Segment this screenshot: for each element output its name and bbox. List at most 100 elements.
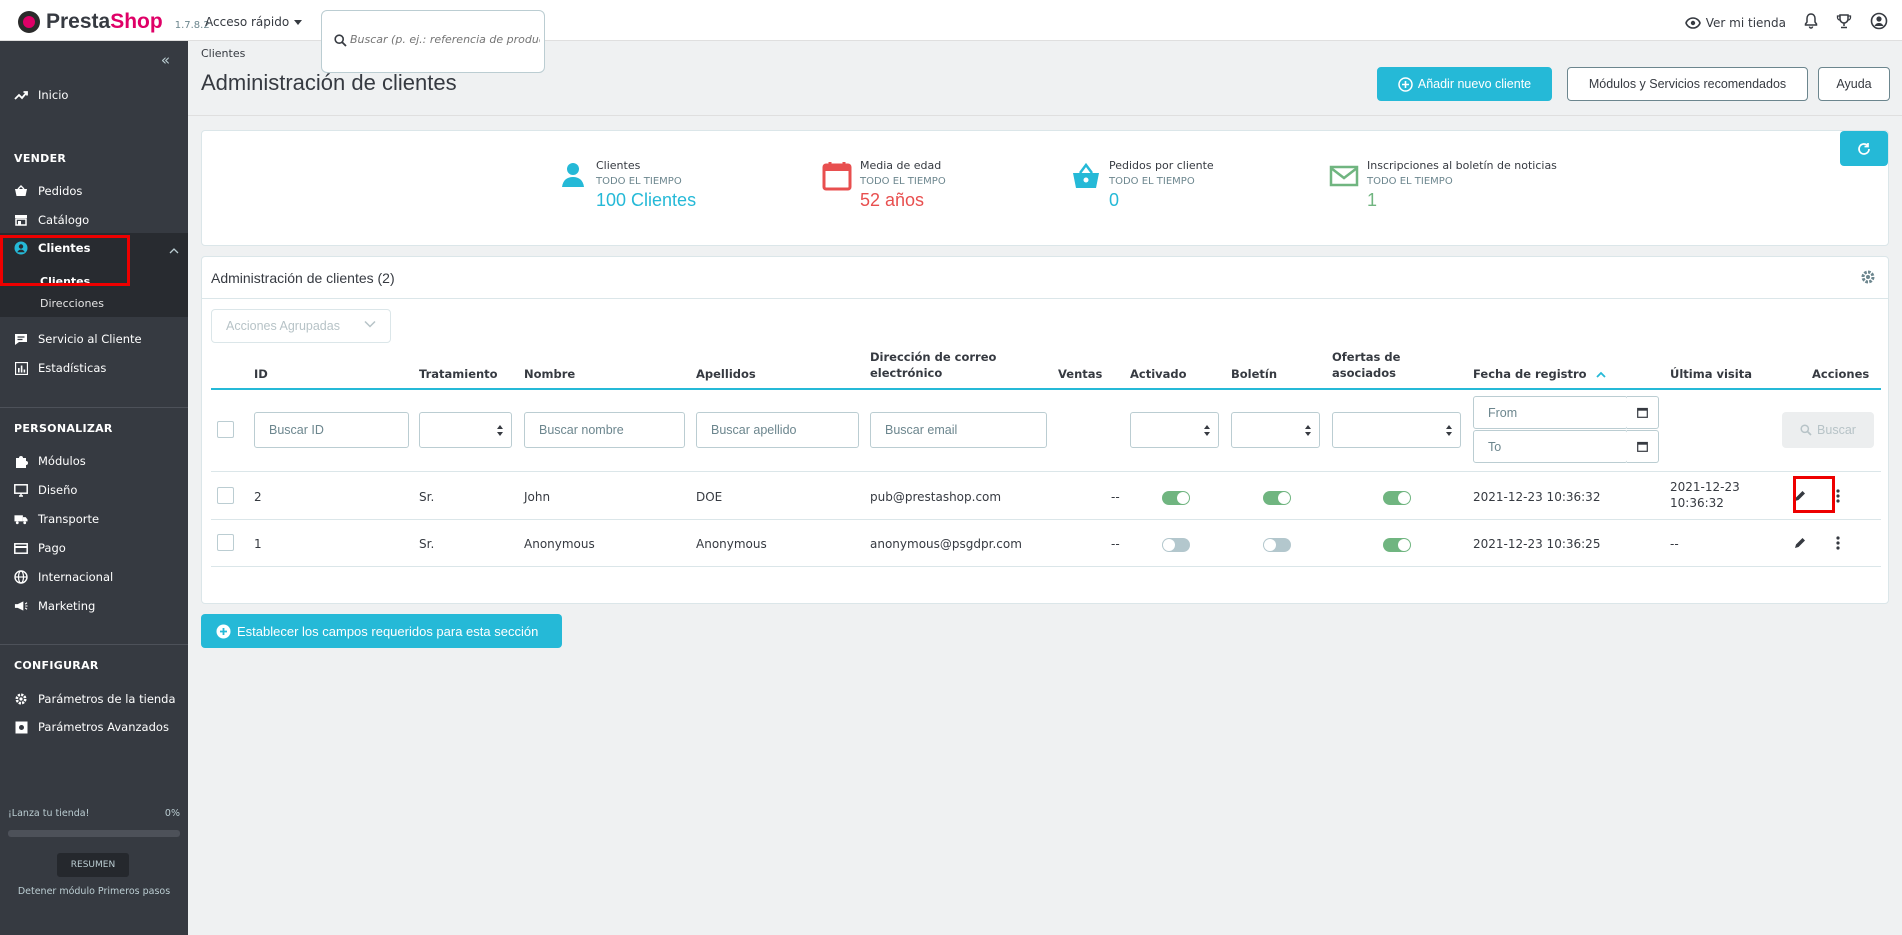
notifications-bell-icon[interactable]	[1804, 13, 1818, 32]
col-header-date-add[interactable]: Fecha de registro	[1473, 366, 1606, 382]
col-header-newsletter[interactable]: Boletín	[1231, 366, 1277, 382]
cell-email: pub@prestashop.com	[870, 490, 1002, 504]
cell-id: 1	[254, 537, 262, 551]
user-account-icon[interactable]	[1870, 12, 1888, 33]
kpi-customers[interactable]: Clientes TODO EL TIEMPO 100 Clientes	[558, 159, 696, 211]
col-header-id[interactable]: ID	[254, 366, 268, 382]
cell-last-visit: --	[1670, 537, 1679, 551]
edit-button[interactable]	[1790, 533, 1810, 553]
sidebar-item-marketing[interactable]: Marketing	[0, 592, 188, 620]
filter-date-from-input[interactable]: From	[1473, 396, 1628, 429]
kpi-title: Inscripciones al boletín de noticias	[1367, 159, 1557, 172]
user-icon	[562, 163, 584, 187]
sidebar-item-shipping[interactable]: Transporte	[0, 505, 188, 533]
summary-button[interactable]: RESUMEN	[57, 853, 129, 877]
sidebar-item-label: Parámetros de la tienda	[38, 692, 176, 706]
sidebar-item-design[interactable]: Diseño	[0, 476, 188, 504]
prestashop-logo-icon	[18, 11, 40, 33]
sidebar-item-stats[interactable]: Estadísticas	[0, 354, 188, 382]
row-checkbox[interactable]	[217, 487, 234, 504]
sidebar-item-customer-service[interactable]: Servicio al Cliente	[0, 325, 188, 353]
trophy-icon[interactable]	[1836, 13, 1852, 32]
search-input[interactable]	[350, 33, 540, 46]
date-from-calendar-button[interactable]	[1627, 396, 1659, 429]
view-shop-label: Ver mi tienda	[1705, 15, 1786, 30]
filter-optin-select[interactable]	[1332, 412, 1461, 448]
sidebar-item-catalog[interactable]: Catálogo	[0, 206, 188, 234]
col-header-title[interactable]: Tratamiento	[419, 366, 498, 382]
collapse-sidebar-icon[interactable]: «	[161, 51, 170, 69]
filter-id-input[interactable]: Buscar ID	[254, 412, 409, 448]
prestashop-logo[interactable]: PrestaShop 1.7.8.2	[18, 10, 210, 34]
col-header-email[interactable]: Dirección de correo electrónico	[870, 349, 996, 381]
puzzle-icon	[14, 454, 28, 468]
calendar-icon	[1637, 407, 1648, 418]
date-to-calendar-button[interactable]	[1627, 430, 1659, 463]
view-shop-link[interactable]: Ver mi tienda	[1684, 15, 1786, 30]
col-header-optin-line2: asociados	[1332, 366, 1397, 380]
kpi-value: 0	[1109, 190, 1120, 210]
sort-ascending-icon	[1595, 371, 1606, 378]
add-customer-button[interactable]: Añadir nuevo cliente	[1377, 67, 1552, 101]
row-checkbox[interactable]	[217, 534, 234, 551]
megaphone-icon	[14, 599, 28, 613]
select-arrows-icon	[1305, 425, 1311, 437]
filter-search-button[interactable]: Buscar	[1782, 412, 1874, 448]
top-header: PrestaShop 1.7.8.2 Acceso rápido Ver mi …	[0, 0, 1902, 41]
sidebar-item-payment[interactable]: Pago	[0, 534, 188, 562]
sidebar-subitem-addresses[interactable]: Direcciones	[40, 297, 104, 310]
cell-email: anonymous@psgdpr.com	[870, 537, 1022, 551]
refresh-kpi-button[interactable]	[1840, 131, 1888, 166]
filter-date-to-input[interactable]: To	[1473, 430, 1628, 463]
more-actions-button[interactable]	[1828, 533, 1848, 553]
kpi-average-age[interactable]: Media de edad TODO EL TIEMPO 52 años	[822, 159, 946, 211]
sidebar-item-shop-parameters[interactable]: Parámetros de la tienda	[0, 685, 188, 713]
filter-title-select[interactable]	[419, 412, 512, 448]
sidebar-item-orders[interactable]: Pedidos	[0, 177, 188, 205]
stop-onboarding-link[interactable]: Detener módulo Primeros pasos	[0, 886, 188, 897]
active-toggle[interactable]	[1162, 538, 1190, 552]
kpi-orders-per-customer[interactable]: Pedidos por cliente TODO EL TIEMPO 0	[1071, 159, 1214, 211]
col-header-last-visit[interactable]: Última visita	[1670, 366, 1752, 382]
cell-last-visit: 2021-12-23 10:36:32	[1670, 479, 1740, 511]
filter-newsletter-select[interactable]	[1231, 412, 1320, 448]
help-button[interactable]: Ayuda	[1818, 67, 1890, 101]
col-header-active[interactable]: Activado	[1130, 366, 1187, 382]
col-header-email-line1: Dirección de correo	[870, 350, 997, 364]
bulk-actions-dropdown[interactable]: Acciones Agrupadas	[211, 309, 391, 343]
onboarding-percent: 0%	[164, 808, 180, 819]
row-divider	[211, 566, 1881, 567]
sidebar-item-home[interactable]: Inicio	[0, 81, 188, 109]
recommended-modules-button[interactable]: Módulos y Servicios recomendados	[1567, 67, 1808, 101]
active-toggle[interactable]	[1162, 491, 1190, 505]
sidebar-item-modules[interactable]: Módulos	[0, 447, 188, 475]
optin-toggle[interactable]	[1383, 538, 1411, 552]
plus-circle-icon	[216, 624, 231, 638]
settings-gear-icon[interactable]	[1860, 269, 1876, 288]
filter-active-select[interactable]	[1130, 412, 1219, 448]
optin-toggle[interactable]	[1383, 491, 1411, 505]
col-header-first-name[interactable]: Nombre	[524, 366, 575, 382]
kpi-value: 1	[1367, 190, 1378, 210]
breadcrumb[interactable]: Clientes	[201, 47, 245, 60]
filter-first-name-input[interactable]: Buscar nombre	[524, 412, 685, 448]
header-search[interactable]	[321, 10, 545, 73]
more-vertical-icon	[1836, 536, 1840, 550]
help-label: Ayuda	[1836, 77, 1872, 91]
select-all-checkbox[interactable]	[217, 421, 234, 438]
col-header-sales[interactable]: Ventas	[1058, 366, 1102, 382]
newsletter-toggle[interactable]	[1263, 491, 1291, 505]
newsletter-toggle[interactable]	[1263, 538, 1291, 552]
filter-email-input[interactable]: Buscar email	[870, 412, 1047, 448]
sidebar-item-advanced-parameters[interactable]: Parámetros Avanzados	[0, 713, 188, 741]
more-actions-button[interactable]	[1828, 486, 1848, 506]
row-divider	[211, 471, 1881, 472]
sidebar-item-international[interactable]: Internacional	[0, 563, 188, 591]
filter-last-name-input[interactable]: Buscar apellido	[696, 412, 859, 448]
col-header-last-name[interactable]: Apellidos	[696, 366, 756, 382]
envelope-icon	[1329, 165, 1359, 187]
set-required-fields-button[interactable]: Establecer los campos requeridos para es…	[201, 614, 562, 648]
quick-access-dropdown[interactable]: Acceso rápido	[205, 15, 302, 29]
col-header-optin[interactable]: Ofertas de asociados	[1332, 349, 1400, 381]
kpi-newsletter[interactable]: Inscripciones al boletín de noticias TOD…	[1329, 159, 1557, 211]
